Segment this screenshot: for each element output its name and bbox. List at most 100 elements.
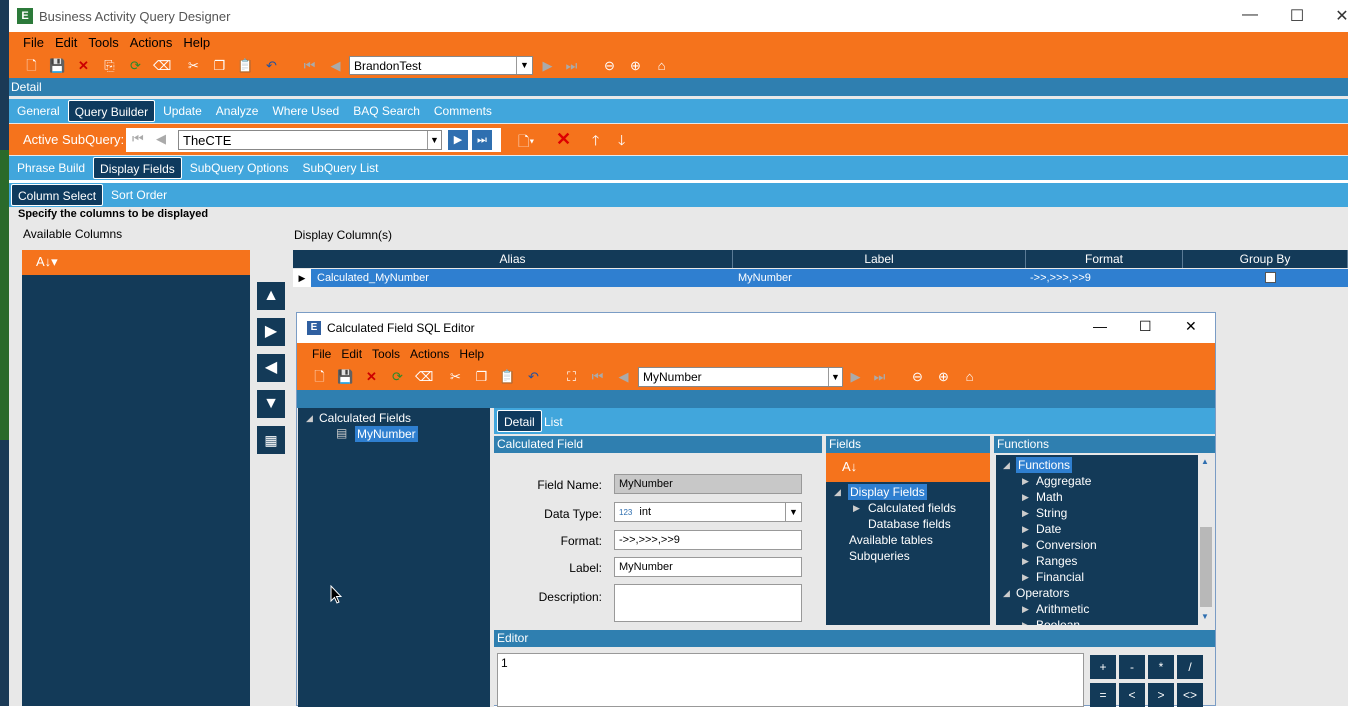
next-subquery-icon[interactable]: ▶ <box>448 130 468 150</box>
prev-subquery-icon[interactable]: ◀ <box>156 131 166 147</box>
copy-record-icon[interactable]: ⎘ <box>101 57 118 74</box>
tab-list[interactable]: List <box>538 411 569 433</box>
available-columns-list[interactable] <box>22 275 250 706</box>
last-record-icon[interactable]: ⏭ <box>871 368 888 385</box>
collapse-icon[interactable]: ▶ <box>1022 553 1029 569</box>
tree-database-fields[interactable]: Database fields <box>868 516 951 532</box>
collapse-icon[interactable]: ▶ <box>1022 569 1029 585</box>
grid-header-alias[interactable]: Alias <box>293 250 733 268</box>
move-up-icon[interactable]: 🡑 <box>592 130 599 154</box>
tab-phrase-build[interactable]: Phrase Build <box>11 157 91 179</box>
dialog-maximize-button[interactable]: ☐ <box>1139 318 1152 335</box>
minimize-button[interactable]: — <box>1235 6 1265 24</box>
delete-icon[interactable]: ✕ <box>363 368 380 385</box>
tab-update[interactable]: Update <box>157 100 208 122</box>
collapse-icon[interactable]: ▶ <box>1022 601 1029 617</box>
tree-boolean[interactable]: Boolean <box>1036 617 1080 625</box>
clear-icon[interactable]: ⌫ <box>415 368 433 385</box>
home-icon[interactable]: ⌂ <box>961 368 978 385</box>
scroll-down-icon[interactable]: ▼ <box>1201 612 1209 621</box>
menu-file[interactable]: File <box>23 35 44 50</box>
tree-calculated-fields-node[interactable]: Calculated fields <box>868 500 956 516</box>
greater-than-operator-button[interactable]: > <box>1148 683 1174 707</box>
grid-header-label[interactable]: Label <box>733 250 1026 268</box>
group-by-checkbox[interactable] <box>1265 272 1276 283</box>
cut-icon[interactable]: ✂ <box>447 368 464 385</box>
delete-icon[interactable]: ✕ <box>75 57 92 74</box>
tab-query-builder[interactable]: Query Builder <box>67 100 156 122</box>
home-icon[interactable]: ⌂ <box>653 57 670 74</box>
paste-icon[interactable]: 📋 <box>237 57 254 74</box>
tab-baq-search[interactable]: BAQ Search <box>347 100 426 122</box>
refresh-icon[interactable]: ⟳ <box>127 57 144 74</box>
tab-display-fields[interactable]: Display Fields <box>93 157 182 179</box>
plus-operator-button[interactable]: + <box>1090 655 1116 679</box>
chevron-down-icon[interactable]: ▼ <box>427 131 441 149</box>
scroll-up-icon[interactable]: ▲ <box>1201 457 1209 466</box>
tree-ranges[interactable]: Ranges <box>1036 553 1077 569</box>
format-input[interactable]: ->>,>>>,>>9 <box>614 530 802 550</box>
new-icon[interactable]: 🗋 <box>23 57 40 74</box>
dialog-menu-tools[interactable]: Tools <box>372 347 400 361</box>
save-icon[interactable]: 💾 <box>49 57 66 74</box>
prev-record-icon[interactable]: ◀ <box>327 57 344 74</box>
divide-operator-button[interactable]: / <box>1177 655 1203 679</box>
dialog-record-select[interactable]: MyNumber ▼ <box>638 367 843 387</box>
copy-icon[interactable]: ❐ <box>211 57 228 74</box>
chevron-down-icon[interactable]: ▼ <box>516 57 532 74</box>
cut-icon[interactable]: ✂ <box>185 57 202 74</box>
functions-tree[interactable]: ◢ Functions ▶ Aggregate ▶ Math ▶ String … <box>996 455 1198 625</box>
move-column-down-button[interactable]: ▼ <box>257 390 285 418</box>
tab-subquery-list[interactable]: SubQuery List <box>296 157 384 179</box>
prev-record-icon[interactable]: ◀ <box>615 368 632 385</box>
save-icon[interactable]: 💾 <box>337 368 354 385</box>
add-column-button[interactable]: ▶ <box>257 318 285 346</box>
subquery-select[interactable]: TheCTE ▼ <box>178 130 442 150</box>
calculated-fields-tree[interactable]: ◢ Calculated Fields ▤ MyNumber <box>298 408 490 707</box>
menu-edit[interactable]: Edit <box>55 35 77 50</box>
functions-scrollbar[interactable]: ▲ ▼ <box>1198 455 1214 625</box>
undo-icon[interactable]: ↶ <box>525 368 542 385</box>
tree-operators[interactable]: Operators <box>1016 585 1069 601</box>
field-name-input[interactable]: MyNumber <box>614 474 802 494</box>
collapse-icon[interactable]: ▶ <box>1022 521 1029 537</box>
expand-icon[interactable]: ◢ <box>1003 585 1010 601</box>
tab-where-used[interactable]: Where Used <box>266 100 345 122</box>
expand-icon[interactable]: ◢ <box>306 410 313 426</box>
collapse-icon[interactable]: ▶ <box>1022 489 1029 505</box>
chevron-down-icon[interactable]: ▼ <box>828 368 842 386</box>
minus-operator-button[interactable]: - <box>1119 655 1145 679</box>
sort-alpha-icon[interactable]: A↓▾ <box>36 254 58 270</box>
collapse-icon[interactable]: ▶ <box>1022 505 1029 521</box>
calculator-icon[interactable]: ▦ <box>257 426 285 454</box>
new-icon[interactable]: 🗋 <box>311 368 328 385</box>
copy-icon[interactable]: ❐ <box>473 368 490 385</box>
next-record-icon[interactable]: ▶ <box>539 57 556 74</box>
new-subquery-icon[interactable]: 🗋▾ <box>518 131 534 155</box>
forward-icon[interactable]: ⊕ <box>935 368 952 385</box>
collapse-icon[interactable]: ▶ <box>853 500 860 516</box>
paste-icon[interactable]: 📋 <box>499 368 516 385</box>
first-record-icon[interactable]: ⏮ <box>301 57 318 74</box>
find-icon[interactable]: ⛶ <box>563 368 580 385</box>
last-subquery-icon[interactable]: ⏭ <box>472 130 492 150</box>
collapse-icon[interactable]: ▶ <box>1022 617 1029 625</box>
collapse-icon[interactable]: ▶ <box>1022 473 1029 489</box>
not-equal-operator-button[interactable]: <> <box>1177 683 1203 707</box>
tab-analyze[interactable]: Analyze <box>210 100 265 122</box>
data-type-select[interactable]: 123 int ▼ <box>614 502 802 522</box>
tab-detail[interactable]: Detail <box>497 410 542 432</box>
expand-icon[interactable]: ◢ <box>1003 457 1010 473</box>
table-row[interactable]: ▶ Calculated_MyNumber MyNumber ->>,>>>,>… <box>293 269 1348 287</box>
dialog-minimize-button[interactable]: — <box>1093 318 1107 334</box>
dialog-menu-actions[interactable]: Actions <box>410 347 449 361</box>
cell-alias[interactable]: Calculated_MyNumber <box>317 269 429 287</box>
move-down-icon[interactable]: 🡓 <box>618 130 625 154</box>
undo-icon[interactable]: ↶ <box>263 57 280 74</box>
clear-icon[interactable]: ⌫ <box>153 57 171 74</box>
back-icon[interactable]: ⊖ <box>601 57 618 74</box>
first-subquery-icon[interactable]: ⏮ <box>132 131 144 147</box>
cell-label[interactable]: MyNumber <box>738 269 792 287</box>
refresh-icon[interactable]: ⟳ <box>389 368 406 385</box>
first-record-icon[interactable]: ⏮ <box>589 368 606 385</box>
